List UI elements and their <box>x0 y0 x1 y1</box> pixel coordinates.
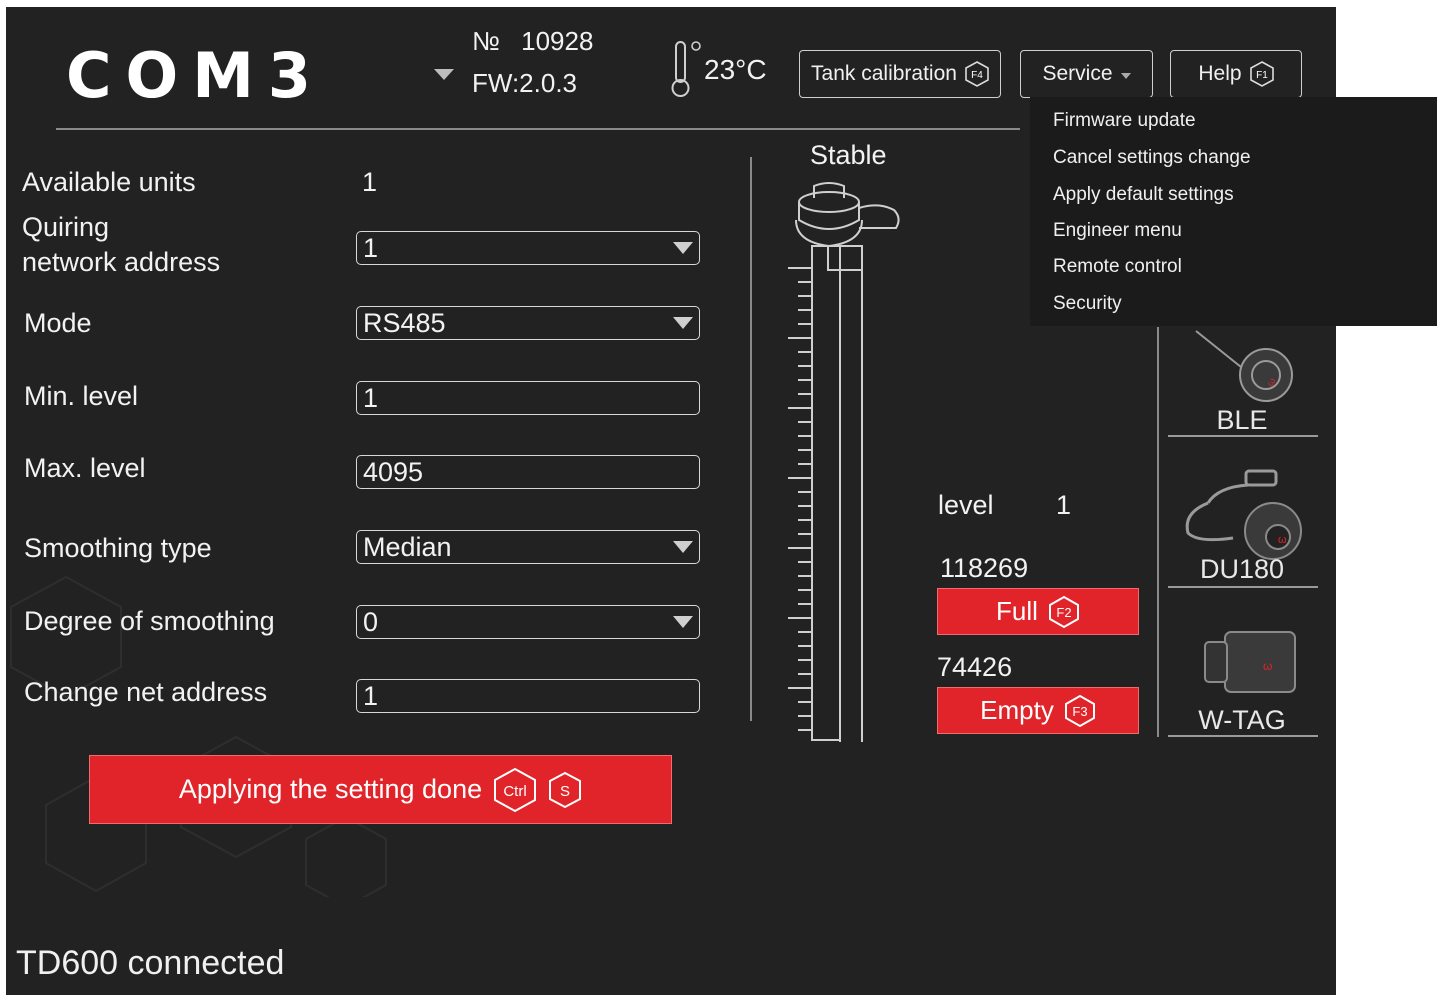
apply-settings-label: Applying the setting done <box>178 774 483 804</box>
chevron-down-icon <box>1120 73 1131 79</box>
available-units-label: Available units <box>22 167 196 197</box>
s-key-text: S <box>560 783 570 800</box>
f2-key-icon: F2 <box>1048 595 1079 628</box>
change-net-address-label: Change net address <box>24 677 268 707</box>
ble-device-label[interactable]: BLE <box>1167 405 1317 436</box>
temperature-value: 23°C <box>704 54 767 85</box>
chevron-down-icon <box>673 317 693 329</box>
help-label: Help <box>1198 62 1242 85</box>
vertical-divider <box>750 157 752 721</box>
menu-item-security[interactable]: Security <box>1053 293 1122 315</box>
min-level-value: 1 <box>363 383 379 413</box>
s-key-icon: S <box>549 771 582 808</box>
chevron-down-icon <box>673 541 693 553</box>
header-divider <box>56 128 1020 130</box>
tank-calibration-label: Tank calibration <box>811 62 957 85</box>
menu-item-firmware-update[interactable]: Firmware update <box>1053 110 1196 132</box>
menu-item-engineer-menu[interactable]: Engineer menu <box>1053 220 1182 242</box>
change-net-address-value: 1 <box>363 681 379 711</box>
ble-underline <box>1168 435 1318 437</box>
du180-device-label[interactable]: DU180 <box>1167 554 1317 585</box>
quiring-label-line2: network address <box>22 247 221 277</box>
app-logo: COM3 <box>66 39 326 112</box>
f4-key-icon: F4 <box>965 61 989 87</box>
device-selector-arrow[interactable] <box>434 69 454 80</box>
full-button[interactable]: Full F2 <box>937 588 1139 635</box>
du180-display-icon[interactable]: ω <box>1178 463 1308 563</box>
degree-of-smoothing-label: Degree of smoothing <box>24 606 275 636</box>
degree-of-smoothing-value: 0 <box>363 607 379 637</box>
max-level-label: Max. level <box>24 453 146 483</box>
menu-item-cancel-settings-change[interactable]: Cancel settings change <box>1053 147 1251 169</box>
max-level-input[interactable]: 4095 <box>356 455 700 489</box>
f1-key-text: F1 <box>1256 70 1268 81</box>
smoothing-type-label: Smoothing type <box>24 533 212 563</box>
smoothing-type-value: Median <box>363 532 452 562</box>
w-tag-device-label[interactable]: W-TAG <box>1167 705 1317 736</box>
available-units-value: 1 <box>362 167 378 197</box>
f3-key-icon: F3 <box>1064 694 1095 727</box>
level-sensor-graphic <box>788 182 900 742</box>
mode-select[interactable]: RS485 <box>356 306 700 340</box>
tank-calibration-button[interactable]: Tank calibration F4 <box>799 50 1001 98</box>
svg-text:ω: ω <box>1278 534 1287 546</box>
f4-key-text: F4 <box>971 70 983 81</box>
sensor-status: Stable <box>810 140 887 170</box>
empty-button[interactable]: Empty F3 <box>937 687 1139 734</box>
level-value: 1 <box>1056 490 1072 520</box>
quiring-label-line1: Quiring <box>22 212 110 242</box>
serial-number: № 10928 <box>472 26 593 57</box>
smoothing-type-select[interactable]: Median <box>356 530 700 564</box>
service-label: Service <box>1042 62 1113 85</box>
chevron-down-icon <box>673 616 693 628</box>
serial-value: 10928 <box>521 26 594 56</box>
connection-status: TD600 connected <box>16 944 285 982</box>
du180-underline <box>1168 586 1318 588</box>
ble-sensor-icon[interactable]: ω <box>1186 329 1306 409</box>
change-net-address-input[interactable]: 1 <box>356 679 700 713</box>
min-level-input[interactable]: 1 <box>356 381 700 415</box>
service-button[interactable]: Service <box>1020 50 1153 98</box>
mode-label: Mode <box>24 308 92 338</box>
f3-key-text: F3 <box>1072 704 1087 719</box>
quiring-address-select[interactable]: 1 <box>356 231 700 265</box>
menu-item-apply-default-settings[interactable]: Apply default settings <box>1053 184 1234 206</box>
degree-of-smoothing-select[interactable]: 0 <box>356 605 700 639</box>
ctrl-key-icon: Ctrl <box>494 767 537 812</box>
min-level-label: Min. level <box>24 381 139 411</box>
w-tag-underline <box>1168 735 1318 737</box>
mode-value: RS485 <box>363 308 446 338</box>
device-panel-divider <box>1157 327 1159 737</box>
w-tag-device-icon[interactable]: ω <box>1201 624 1301 704</box>
full-value: 118269 <box>940 553 1029 583</box>
service-dropdown-menu: Firmware update Cancel settings change A… <box>1030 97 1437 326</box>
level-label: level <box>938 490 994 520</box>
serial-label: № <box>472 26 500 56</box>
f2-key-text: F2 <box>1056 605 1071 620</box>
ctrl-key-text: Ctrl <box>503 783 526 800</box>
menu-item-remote-control[interactable]: Remote control <box>1053 256 1182 278</box>
f1-key-icon: F1 <box>1249 61 1274 87</box>
quiring-address-value: 1 <box>363 233 379 263</box>
firmware-version: FW:2.0.3 <box>472 68 578 98</box>
empty-label: Empty <box>980 695 1054 725</box>
empty-value: 74426 <box>937 652 1013 682</box>
max-level-value: 4095 <box>363 457 424 487</box>
chevron-down-icon <box>673 242 693 254</box>
svg-text:ω: ω <box>1263 659 1272 673</box>
full-label: Full <box>996 596 1038 626</box>
thermometer-icon <box>671 41 701 97</box>
apply-settings-button[interactable]: Applying the setting done Ctrl S <box>89 755 672 824</box>
help-button[interactable]: Help F1 <box>1170 50 1302 98</box>
